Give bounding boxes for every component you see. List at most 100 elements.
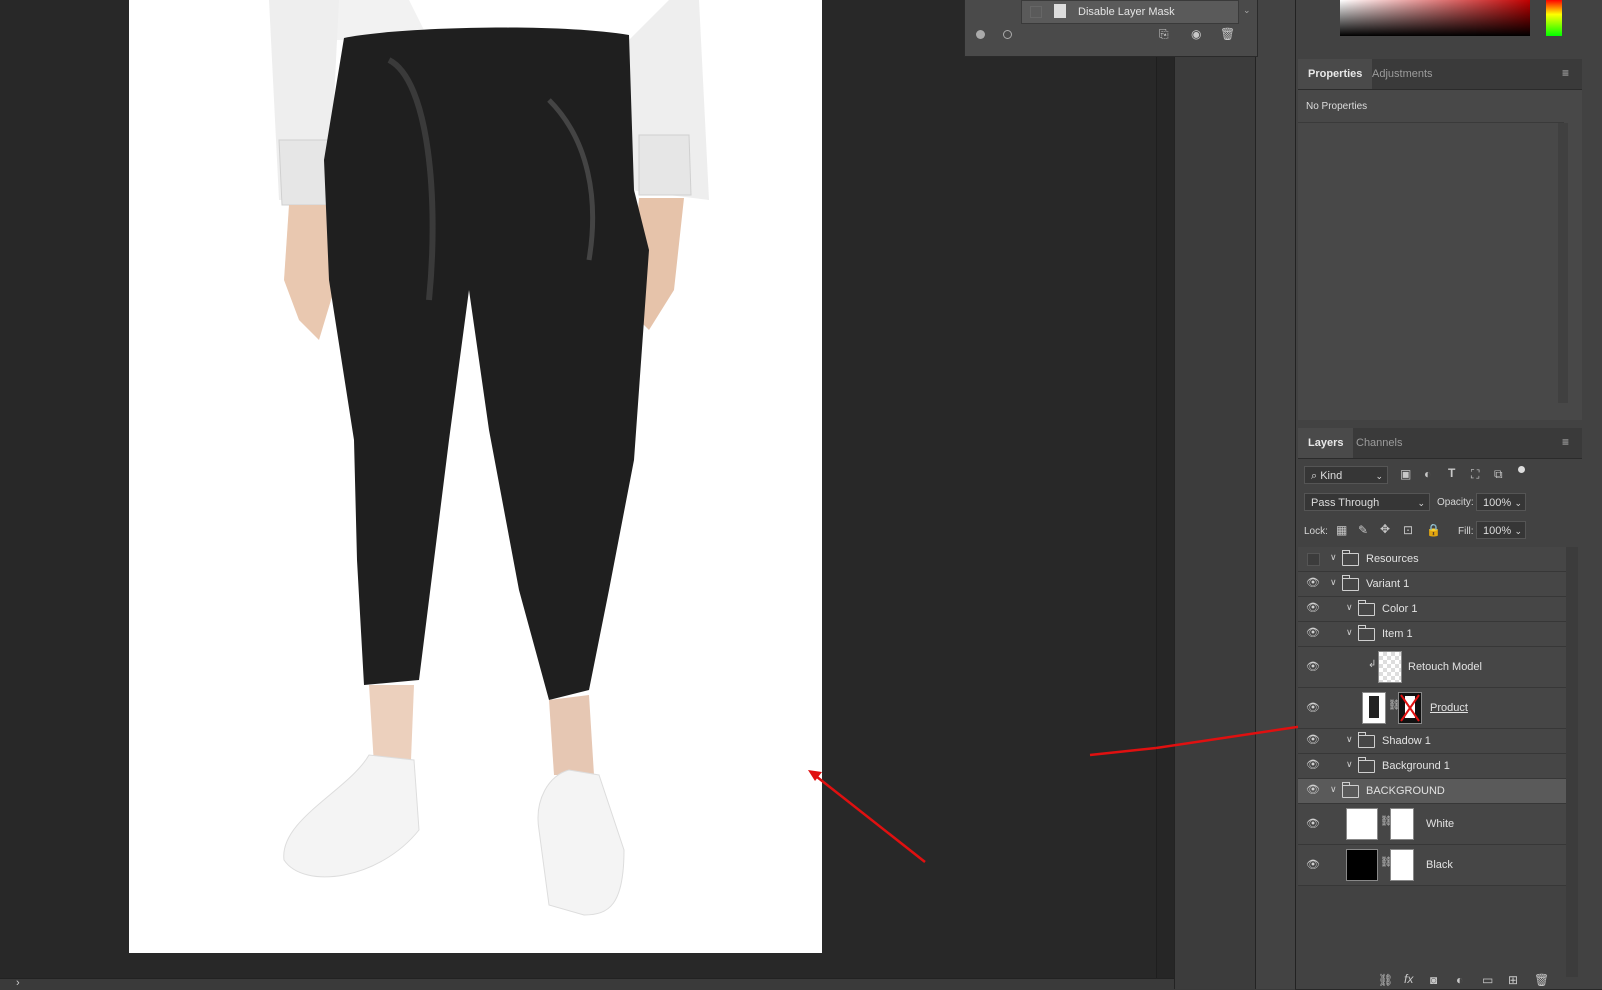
properties-body: No Properties xyxy=(1298,90,1582,420)
layer-row[interactable]: ∨ Resources xyxy=(1298,547,1566,572)
canvas-vertical-scrollbar[interactable] xyxy=(1156,0,1175,978)
layer-name: Background 1 xyxy=(1382,760,1450,772)
tab-channels[interactable]: Channels xyxy=(1346,428,1412,458)
layer-row-selected[interactable]: 👁 ∨ BACKGROUND xyxy=(1298,779,1566,804)
layer-row[interactable]: 👁 ⛓ Product xyxy=(1298,688,1566,729)
properties-tabbar: Properties Adjustments ≡ xyxy=(1298,59,1582,90)
snapshot-circle-icon[interactable] xyxy=(1003,30,1012,39)
blend-mode-select[interactable]: Pass Through ⌄ xyxy=(1304,493,1430,511)
eye-icon[interactable]: 👁 xyxy=(1306,760,1320,771)
layer-row[interactable]: 👁 ∨ Background 1 xyxy=(1298,754,1566,779)
chevron-down-icon[interactable]: ∨ xyxy=(1346,734,1353,745)
layers-tabbar: Layers Channels ≡ xyxy=(1298,428,1582,459)
fill-thumbnail[interactable] xyxy=(1346,808,1378,840)
status-expand-arrow[interactable]: › xyxy=(16,977,20,989)
eye-icon[interactable]: 👁 xyxy=(1306,785,1320,796)
mask-thumbnail[interactable] xyxy=(1390,849,1414,881)
lock-artboard-icon[interactable]: ⊡ xyxy=(1403,523,1413,537)
canvas-area[interactable] xyxy=(0,0,1156,978)
eye-icon[interactable]: 👁 xyxy=(1306,628,1320,639)
layers-scrollbar[interactable] xyxy=(1566,547,1578,977)
new-layer-icon[interactable]: ⊞ xyxy=(1508,973,1518,987)
chevron-down-icon[interactable]: ∨ xyxy=(1346,759,1353,770)
layer-name: Shadow 1 xyxy=(1382,735,1431,747)
lock-transparent-icon[interactable]: ▦ xyxy=(1336,523,1347,537)
fill-thumbnail[interactable] xyxy=(1346,849,1378,881)
trash-icon[interactable]: 🗑 xyxy=(1220,27,1235,41)
search-icon: ⌕ xyxy=(1311,470,1321,482)
layer-row[interactable]: 👁 ⛓ Black xyxy=(1298,845,1566,886)
filter-smartobject-icon[interactable]: ⧉ xyxy=(1494,467,1503,482)
properties-scrollbar[interactable] xyxy=(1558,123,1568,403)
eye-icon[interactable]: 👁 xyxy=(1306,819,1320,830)
eye-icon[interactable]: 👁 xyxy=(1306,662,1320,673)
folder-icon xyxy=(1358,757,1375,773)
eye-icon[interactable]: 👁 xyxy=(1306,703,1320,714)
layer-name: Retouch Model xyxy=(1408,661,1482,673)
fx-icon[interactable]: fx xyxy=(1404,972,1413,986)
lock-paint-icon[interactable]: ✎ xyxy=(1358,523,1368,537)
history-panel: Disable Layer Mask ⌄ ⎘ ◉ 🗑 xyxy=(964,0,1258,57)
filter-shape-icon[interactable]: ⛶ xyxy=(1471,467,1479,482)
chevron-down-icon[interactable]: ∨ xyxy=(1346,602,1353,613)
filter-kind-select[interactable]: ⌕ Kind ⌄ xyxy=(1304,466,1388,484)
layer-thumbnail[interactable] xyxy=(1362,692,1386,724)
filter-toggle-icon[interactable] xyxy=(1518,466,1525,473)
link-layers-icon[interactable]: ⛓ xyxy=(1378,973,1393,987)
mask-thumbnail-disabled[interactable] xyxy=(1398,692,1422,724)
add-mask-icon[interactable]: ◙ xyxy=(1430,973,1437,987)
layer-row[interactable]: 👁 ∨ Variant 1 xyxy=(1298,572,1566,597)
new-document-from-state-icon[interactable]: ⎘ xyxy=(1159,27,1169,42)
tab-adjustments[interactable]: Adjustments xyxy=(1362,59,1443,89)
chevron-down-icon[interactable]: ∨ xyxy=(1330,577,1337,588)
history-scroll-chevron-icon[interactable]: ⌄ xyxy=(1243,5,1251,16)
color-field[interactable] xyxy=(1340,0,1530,36)
folder-icon xyxy=(1342,550,1359,566)
visibility-checkbox[interactable] xyxy=(1307,553,1320,566)
folder-icon xyxy=(1358,625,1375,641)
layer-row[interactable]: 👁 ∨ Color 1 xyxy=(1298,597,1566,622)
filter-adjustment-icon[interactable]: ◐ xyxy=(1424,467,1431,481)
folder-icon xyxy=(1358,600,1375,616)
camera-snapshot-icon[interactable]: ◉ xyxy=(1191,27,1201,41)
eye-icon[interactable]: 👁 xyxy=(1306,860,1320,871)
chevron-down-icon: ⌄ xyxy=(1514,498,1522,508)
chevron-down-icon[interactable]: ∨ xyxy=(1330,552,1337,563)
layer-row[interactable]: 👁 ↲ Retouch Model xyxy=(1298,647,1566,688)
layer-row[interactable]: 👁 ∨ Item 1 xyxy=(1298,622,1566,647)
layers-bottom-toolbar: ⛓ fx ◙ ◐ ▭ ⊞ 🗑 xyxy=(1298,972,1582,989)
chevron-down-icon: ⌄ xyxy=(1514,526,1522,536)
mask-thumbnail[interactable] xyxy=(1390,808,1414,840)
new-group-icon[interactable]: ▭ xyxy=(1482,973,1493,987)
layer-name: Variant 1 xyxy=(1366,578,1410,590)
divider xyxy=(1298,122,1564,123)
fill-field[interactable]: 100% ⌄ xyxy=(1476,521,1526,539)
adjustment-layer-icon[interactable]: ◐ xyxy=(1456,973,1463,987)
lock-all-icon[interactable]: 🔒 xyxy=(1426,523,1441,537)
opacity-field[interactable]: 100% ⌄ xyxy=(1476,493,1526,511)
eye-icon[interactable]: 👁 xyxy=(1306,603,1320,614)
layer-row[interactable]: 👁 ∨ Shadow 1 xyxy=(1298,729,1566,754)
snapshot-brush-icon[interactable] xyxy=(976,30,985,39)
panel-menu-icon[interactable]: ≡ xyxy=(1562,436,1572,448)
layer-thumbnail[interactable] xyxy=(1378,651,1402,683)
lock-position-icon[interactable]: ✥ xyxy=(1380,522,1390,536)
layer-name: BACKGROUND xyxy=(1366,785,1445,797)
chevron-down-icon: ⌄ xyxy=(1375,471,1383,481)
eye-icon[interactable]: 👁 xyxy=(1306,578,1320,589)
history-step[interactable]: Disable Layer Mask xyxy=(1021,0,1239,24)
eye-icon[interactable]: 👁 xyxy=(1306,735,1320,746)
chevron-down-icon[interactable]: ∨ xyxy=(1346,627,1353,638)
filter-pixel-icon[interactable]: ▣ xyxy=(1400,467,1411,481)
panel-menu-icon[interactable]: ≡ xyxy=(1562,67,1572,79)
no-properties-text: No Properties xyxy=(1306,101,1368,112)
filter-type-icon[interactable]: T xyxy=(1448,466,1455,480)
history-checkbox[interactable] xyxy=(1030,6,1042,18)
clipping-arrow-icon: ↲ xyxy=(1368,659,1377,670)
layer-name: Resources xyxy=(1366,553,1419,565)
hue-slider[interactable] xyxy=(1546,0,1562,36)
layer-row[interactable]: 👁 ⛓ White xyxy=(1298,804,1566,845)
chevron-down-icon[interactable]: ∨ xyxy=(1330,784,1337,795)
trash-icon[interactable]: 🗑 xyxy=(1534,973,1549,987)
mask-disabled-x-icon xyxy=(1400,694,1420,722)
